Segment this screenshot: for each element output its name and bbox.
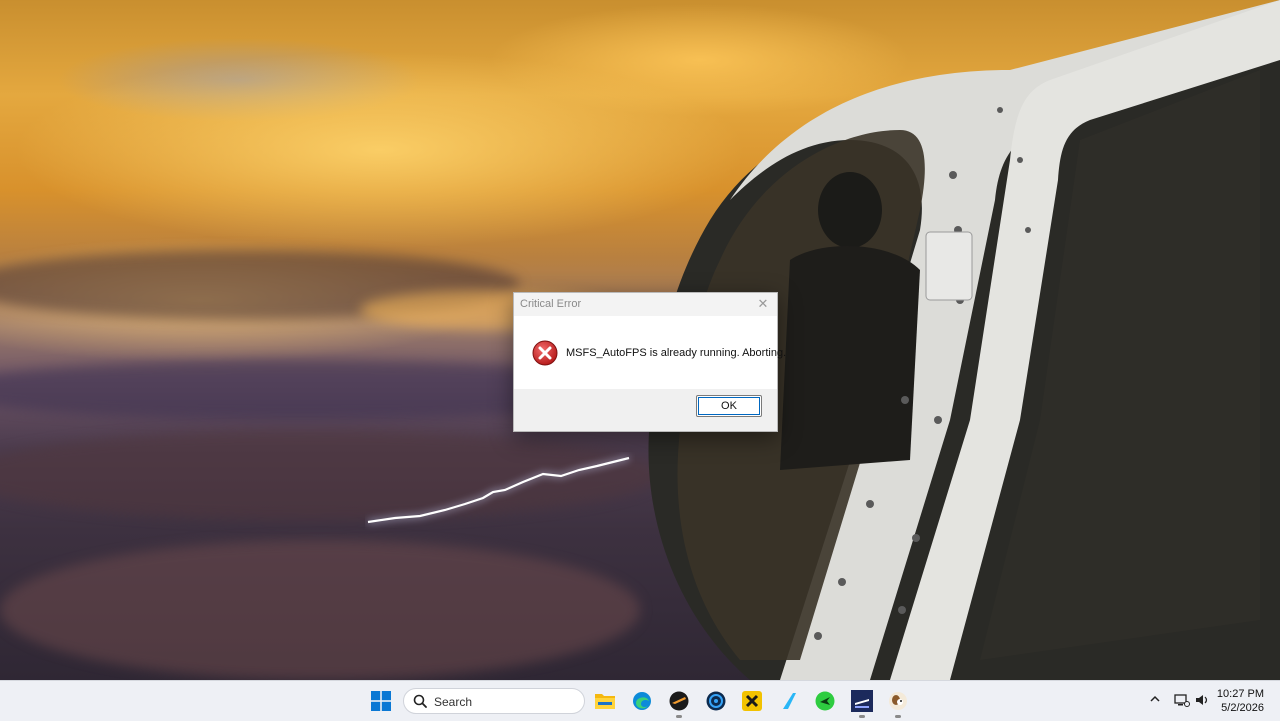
clock-time: 10:27 PM <box>1216 688 1264 700</box>
chevron-up-icon[interactable] <box>1148 692 1162 706</box>
search-icon <box>413 694 427 708</box>
running-indicator <box>676 715 682 718</box>
close-icon[interactable]: ✕ <box>755 296 771 312</box>
clock-date: 5/2/2026 <box>1221 702 1264 714</box>
taskbar-clock[interactable]: 10:27 PM 5/2/2026 <box>1217 687 1264 715</box>
error-icon <box>532 340 558 366</box>
dialog-footer: OK <box>514 389 777 431</box>
running-indicator <box>895 715 901 718</box>
critical-error-dialog: Critical Error ✕ MSFS_AutoFPS is already… <box>513 292 786 432</box>
lightning-bolt <box>367 456 630 524</box>
msfs-app-icon[interactable] <box>849 688 875 718</box>
dialog-body: MSFS_AutoFPS is already running. Abortin… <box>514 316 786 389</box>
taskbar: Search 10:27 PM 5/2/2026 <box>0 680 1280 721</box>
search-label: Search <box>434 695 473 709</box>
ok-button[interactable]: OK <box>696 395 762 417</box>
network-icon[interactable] <box>1174 692 1190 708</box>
app-circle-icon[interactable] <box>703 688 729 714</box>
dialog-title: Critical Error <box>520 298 582 310</box>
volume-icon[interactable] <box>1194 692 1210 708</box>
flight-simulator-icon[interactable] <box>666 688 692 718</box>
running-indicator <box>859 715 865 718</box>
green-plane-app-icon[interactable] <box>812 688 838 714</box>
error-message: MSFS_AutoFPS is already running. Abortin… <box>566 347 787 359</box>
cloud-band <box>0 540 640 680</box>
x-app-icon[interactable] <box>739 688 765 714</box>
dog-app-icon[interactable] <box>885 688 911 718</box>
taskbar-search[interactable]: Search <box>403 688 585 714</box>
file-explorer-icon[interactable] <box>592 688 618 714</box>
blue-sail-app-icon[interactable] <box>776 688 802 714</box>
dialog-titlebar[interactable]: Critical Error ✕ <box>514 293 777 316</box>
start-menu-icon[interactable] <box>368 688 394 714</box>
edge-browser-icon[interactable] <box>629 688 655 714</box>
